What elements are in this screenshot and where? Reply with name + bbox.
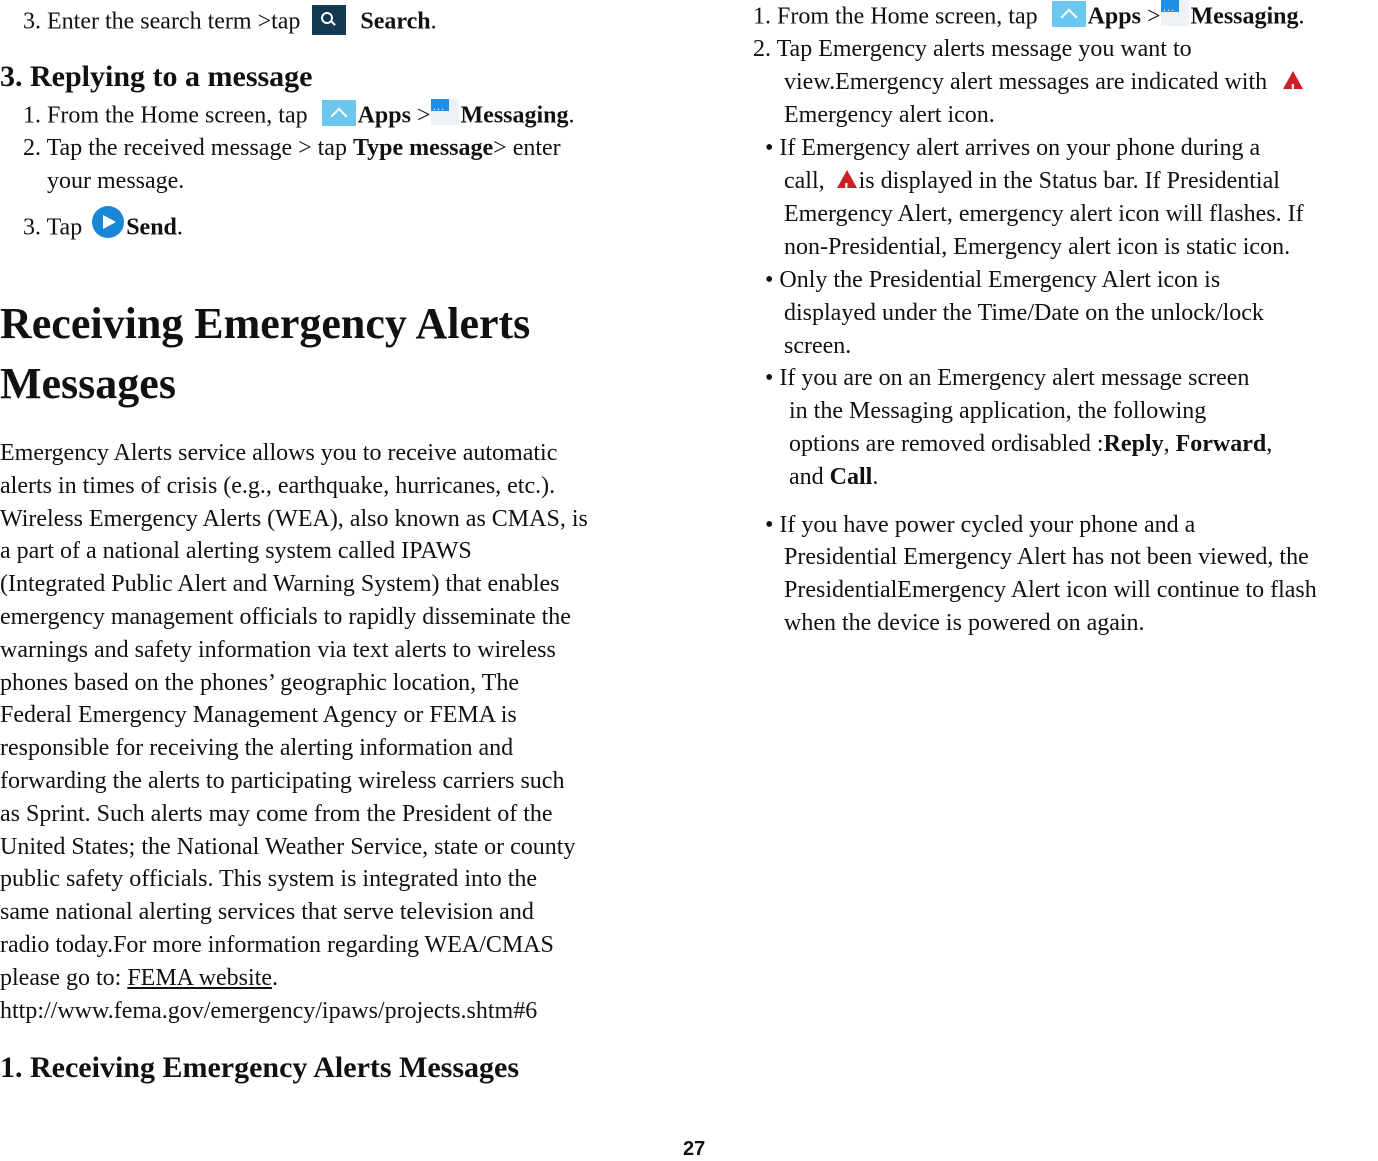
alert-step-2: 2. Tap Emergency alerts message you want… [753,36,1192,62]
body-line: (Integrated Public Alert and Warning Sys… [0,571,560,598]
bullet-1: • If Emergency alert arrives on your pho… [765,135,1261,161]
page-number: 27 [683,1138,706,1160]
sub-heading: 1. Receiving Emergency Alerts Messages [0,1051,520,1084]
body-line: Emergency Alerts service allows you to r… [0,440,558,466]
step-text: 1. From the Home screen, tap [753,3,1038,30]
bullet-3: • If you are on an Emergency alert messa… [765,365,1250,391]
reply-step-2-cont: your message. [47,168,185,194]
apps-label: Apps [357,102,411,129]
emergency-alert-icon [836,170,857,205]
bullet-4-cont: Presidential Emergency Alert has not bee… [784,544,1309,570]
body-line: radio today.For more information regardi… [0,932,554,958]
bullet-2-cont: displayed under the Time/Date on the unl… [784,300,1264,326]
bullet-1-cont: call, is displayed in the Status bar. If … [784,165,1280,205]
body-line: a part of a national alerting system cal… [0,538,472,565]
body-line: public safety officials. This system is … [0,866,538,893]
body-line: responsible for receiving the alerting i… [0,735,514,762]
search-icon [312,5,347,35]
section-title-line-2: Messages [0,359,176,408]
alert-step-1: 1. From the Home screen, tap Apps > Messa… [753,0,1305,36]
step-text: 3. Tap [23,214,83,241]
step-text: > enter [493,135,561,161]
reply-step-3: 3. Tap Send. [23,206,183,252]
forward-label: Forward [1175,431,1267,457]
bullet-4-cont: PresidentialEmergency Alert icon will co… [784,577,1317,603]
messaging-icon [430,90,459,125]
step-text: 2. Tap the received message > tap [23,135,353,161]
separator: > [1140,3,1161,30]
messaging-label: Messaging [1190,3,1299,30]
body-line: United States; the National Weather Serv… [0,833,576,860]
fema-website-link[interactable]: FEMA website [127,965,272,991]
reply-step-2: 2. Tap the received message > tap Type m… [23,132,561,165]
body-line: warnings and safety information via text… [0,636,556,663]
bullet-3-cont: in the Messaging application, the follow… [789,398,1207,424]
reply-label: Reply [1103,431,1164,457]
bullet-2: • Only the Presidential Emergency Alert … [765,267,1221,293]
bullet-3-cont: options are removed ordisabled :Reply, F… [789,428,1272,461]
step-text: 3. Enter the search term >tap [23,8,301,35]
call-label: Call [829,464,873,490]
punct: , [1266,431,1273,457]
send-label: Send [126,214,177,241]
bullet-1-cont: non-Presidential, Emergency alert icon i… [784,234,1291,260]
body-line: phones based on the phones’ geographic l… [0,669,519,696]
apps-icon [1051,1,1086,27]
punct: , [1163,431,1176,457]
punct: . [1298,3,1305,30]
step-text: call, [784,168,825,194]
step-text: 1. From the Home screen, tap [23,102,308,129]
fema-url: http://www.fema.gov/emergency/ipaws/proj… [0,998,538,1024]
apps-label: Apps [1087,3,1141,30]
emergency-alert-icon [1283,71,1304,106]
reply-heading: 3. Replying to a message [0,60,313,93]
bullet-4-cont: when the device is powered on again. [784,610,1145,636]
section-title-line-1: Receiving Emergency Alerts [0,299,531,348]
goto-line: please go to: FEMA website. [0,962,278,995]
punct: . [430,8,437,35]
punct: . [176,214,183,241]
bullet-2-cont: screen. [784,333,852,359]
bullet-4: • If you have power cycled your phone an… [765,512,1196,538]
body-line: alerts in times of crisis (e.g., earthqu… [0,472,556,499]
apps-icon [321,100,356,126]
step-text: view.Emergency alert messages are indica… [784,69,1268,95]
body-line: same national alerting services that ser… [0,899,534,926]
body-line: Federal Emergency Management Agency or F… [0,702,517,729]
search-label: Search [360,8,431,35]
step-text: options are removed ordisabled : [789,431,1104,457]
messaging-label: Messaging [460,102,569,129]
bullet-1-cont: Emergency Alert, emergency alert icon wi… [784,201,1304,227]
step-text: is displayed in the Status bar. If Presi… [858,168,1280,194]
send-icon [92,206,125,238]
goto-text: please go to: [0,965,128,991]
type-message-label: Type message [352,135,494,161]
section-title: Receiving Emergency Alerts Messages [0,294,530,414]
body-line: emergency management officials to rapidl… [0,604,571,630]
step-text: and [789,464,830,490]
punct: . [568,102,575,129]
body-line: as Sprint. Such alerts may come from the… [0,800,553,827]
bullet-3-cont: and Call. [789,461,878,494]
body-line: forwarding the alerts to participating w… [0,768,565,794]
separator: > [410,102,431,129]
body-line: Wireless Emergency Alerts (WEA), also kn… [0,505,588,532]
punct: . [872,464,879,490]
punct: . [271,965,278,991]
search-step: 3. Enter the search term >tap Search. [23,5,437,41]
alert-step-2-cont: view.Emergency alert messages are indica… [784,66,1305,106]
messaging-icon [1160,0,1189,26]
alert-step-2-cont: Emergency alert icon. [784,102,995,128]
reply-step-1: 1. From the Home screen, tap Apps > Messa… [23,90,575,135]
